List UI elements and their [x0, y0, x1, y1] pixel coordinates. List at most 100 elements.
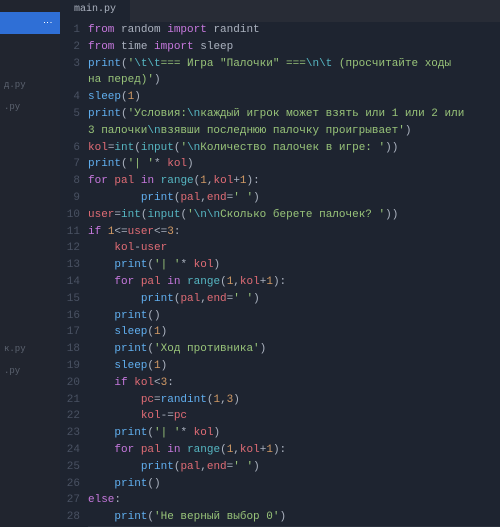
token-str: '| ': [154, 427, 180, 439]
token-kw: from: [88, 41, 114, 53]
line-number: 25: [60, 459, 80, 476]
token-op: *: [154, 158, 167, 170]
token-id: pc: [141, 394, 154, 406]
code-line[interactable]: kol=int(input('\nКоличество палочек в иг…: [88, 140, 500, 157]
sidebar-item[interactable]: .py: [0, 360, 60, 382]
token-id: kol: [194, 259, 214, 271]
tab-bar: main.py: [60, 0, 500, 22]
token-str: (просчитайте ходы: [332, 58, 451, 70]
code-line[interactable]: kol-user: [88, 240, 500, 257]
token-op: ): [187, 158, 194, 170]
token-bi: int: [121, 209, 141, 221]
code-line[interactable]: kol-=pc: [88, 408, 500, 425]
code-line[interactable]: print('| '* kol): [88, 257, 500, 274]
code-line[interactable]: from random import randint: [88, 22, 500, 39]
code-line[interactable]: print('| '* kol): [88, 156, 500, 173]
line-number: [60, 123, 80, 140]
token-esc: \n\t: [306, 58, 332, 70]
token-op: )): [385, 209, 398, 221]
token-op: *: [180, 259, 193, 271]
file-sidebar[interactable]: ⋮ д.py .py к.py .py: [0, 0, 60, 527]
line-number: 12: [60, 240, 80, 257]
code-line[interactable]: if 1<=user<=3:: [88, 224, 500, 241]
code-line[interactable]: print(pal,end=' '): [88, 291, 500, 308]
token-op: [88, 410, 141, 422]
code-line[interactable]: print(pal,end=' '): [88, 190, 500, 207]
editor-pane: main.py 12345678910111213141516171819202…: [60, 0, 500, 527]
code-line[interactable]: for pal in range(1,kol+1):: [88, 442, 500, 459]
line-number: 2: [60, 39, 80, 56]
token-fn: sleep: [88, 91, 121, 103]
token-op: <: [154, 377, 161, 389]
token-id: kol: [240, 444, 260, 456]
code-line[interactable]: print(): [88, 476, 500, 493]
sidebar-item[interactable]: [0, 0, 60, 12]
token-op: [88, 242, 114, 254]
code-line[interactable]: print(pal,end=' '): [88, 459, 500, 476]
code-line[interactable]: from time import sleep: [88, 39, 500, 56]
token-op: ): [154, 74, 161, 86]
token-str: === Игра "Палочки" ===: [161, 58, 306, 70]
code-line[interactable]: pc=randint(1,3): [88, 392, 500, 409]
code-line[interactable]: print('| '* kol): [88, 425, 500, 442]
line-number: 26: [60, 476, 80, 493]
token-str: Сколько берете палочек? ': [220, 209, 385, 221]
code-area[interactable]: 1234567891011121314151617181920212223242…: [60, 22, 500, 527]
line-number: 19: [60, 358, 80, 375]
token-str: ' ': [233, 461, 253, 473]
code-line[interactable]: на перед)'): [88, 72, 500, 89]
code-line[interactable]: 3 палочки\nвзявши последнюю палочку прои…: [88, 123, 500, 140]
token-kw: from: [88, 24, 114, 36]
sidebar-item[interactable]: [0, 34, 60, 46]
token-op: [88, 511, 114, 523]
line-number: 28: [60, 509, 80, 526]
token-kw: in: [141, 175, 154, 187]
token-num: 1: [154, 326, 161, 338]
token-op: ): [213, 427, 220, 439]
token-num: 3: [167, 226, 174, 238]
sidebar-item[interactable]: к.py: [0, 338, 60, 360]
token-op: ): [253, 293, 260, 305]
token-bi: int: [114, 142, 134, 154]
token-num: 1: [266, 276, 273, 288]
code-line[interactable]: sleep(1): [88, 358, 500, 375]
token-op: [88, 326, 114, 338]
code-line[interactable]: else:: [88, 492, 500, 509]
code-line[interactable]: if kol<3:: [88, 375, 500, 392]
token-mod: random: [121, 24, 161, 36]
token-kw: for: [114, 276, 134, 288]
code-lines[interactable]: from random import randintfrom time impo…: [88, 22, 500, 527]
token-fn: sleep: [114, 326, 147, 338]
code-line[interactable]: print('Условия:\nкаждый игрок может взят…: [88, 106, 500, 123]
tab-main-py[interactable]: main.py: [60, 0, 130, 22]
more-icon[interactable]: ⋮: [42, 18, 52, 28]
token-op: ):: [247, 175, 260, 187]
token-op: :: [174, 226, 181, 238]
token-fn: print: [88, 158, 121, 170]
token-op: [101, 226, 108, 238]
token-fn: print: [88, 58, 121, 70]
token-op: :: [114, 494, 121, 506]
code-line[interactable]: for pal in range(1,kol+1):: [88, 173, 500, 190]
code-line[interactable]: print('\t\t=== Игра "Палочки" ===\n\t (п…: [88, 56, 500, 73]
code-line[interactable]: print('Не верный выбор 0'): [88, 509, 500, 526]
token-bi: range: [161, 175, 194, 187]
sidebar-item[interactable]: .py: [0, 96, 60, 118]
code-line[interactable]: user=int(input('\n\nСколько берете палоч…: [88, 207, 500, 224]
token-op: <=: [114, 226, 127, 238]
token-id: pal: [141, 276, 161, 288]
code-line[interactable]: print(): [88, 308, 500, 325]
line-number: 7: [60, 156, 80, 173]
code-line[interactable]: for pal in range(1,kol+1):: [88, 274, 500, 291]
sidebar-item[interactable]: д.py: [0, 74, 60, 96]
token-id: end: [207, 192, 227, 204]
token-op: [154, 175, 161, 187]
token-op: ,: [233, 276, 240, 288]
code-line[interactable]: sleep(1): [88, 324, 500, 341]
code-line[interactable]: sleep(1): [88, 89, 500, 106]
code-line[interactable]: print('Ход противника'): [88, 341, 500, 358]
sidebar-item-active[interactable]: ⋮: [0, 12, 60, 34]
token-fn: print: [88, 108, 121, 120]
token-op: ,: [200, 461, 207, 473]
token-str: 'Условия:: [128, 108, 187, 120]
